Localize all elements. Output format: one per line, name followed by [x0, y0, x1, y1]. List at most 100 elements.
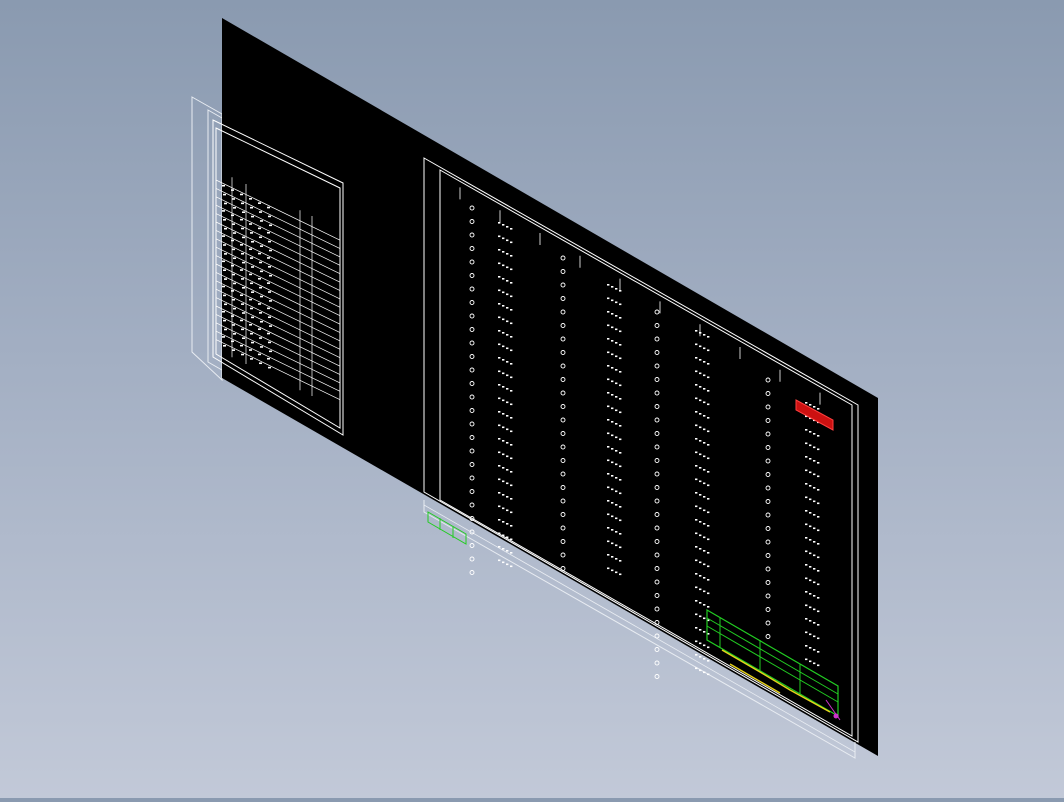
symbol-text-mark [611, 475, 614, 477]
table-cell-mark [232, 198, 235, 200]
symbol-text-mark [703, 455, 706, 458]
table-cell-mark [267, 231, 270, 234]
symbol-text-mark [809, 552, 812, 555]
table-cell-mark [259, 236, 262, 239]
symbol-text-mark [502, 467, 505, 469]
table-cell-mark [258, 328, 261, 330]
table-cell-mark [260, 270, 263, 273]
symbol-text-mark [817, 597, 820, 599]
symbol-text-mark [506, 482, 509, 485]
symbol-text-mark [707, 525, 710, 527]
symbol-text-mark [498, 411, 501, 413]
table-cell-mark [232, 349, 235, 351]
symbol-text-mark [817, 583, 820, 586]
table-cell-mark [240, 319, 243, 322]
table-cell-mark [251, 341, 254, 344]
symbol-text-mark [506, 320, 509, 323]
symbol-text-mark [805, 631, 808, 634]
table-cell-mark [224, 303, 227, 306]
table-cell-mark [269, 350, 272, 353]
symbol-text-mark [510, 255, 513, 257]
table-cell-mark [242, 337, 245, 340]
symbol-text-mark [699, 413, 702, 415]
symbol-text-mark [707, 511, 710, 514]
symbol-text-mark [813, 487, 816, 489]
symbol-text-mark [510, 268, 513, 271]
symbol-text-mark [607, 513, 610, 516]
symbol-text-mark [703, 334, 706, 336]
symbol-text-mark [611, 515, 614, 518]
symbol-text-mark [817, 448, 820, 451]
table-cell-mark [250, 257, 253, 259]
table-cell-mark [249, 248, 252, 251]
symbol-text-mark [510, 444, 513, 446]
symbol-text-mark [611, 502, 614, 504]
symbol-text-mark [703, 482, 706, 485]
symbol-text-mark [607, 527, 610, 529]
symbol-text-mark [699, 440, 702, 442]
symbol-text-mark [809, 458, 812, 460]
table-cell-mark [242, 261, 245, 264]
symbol-text-mark [707, 646, 710, 649]
symbol-text-mark [502, 413, 505, 415]
symbol-glyph [469, 570, 475, 575]
symbol-text-mark [695, 384, 698, 386]
symbol-text-mark [809, 525, 812, 528]
symbol-text-mark [707, 430, 710, 433]
symbol-text-mark [607, 338, 610, 340]
table-cell-mark [267, 357, 270, 360]
table-cell-mark [250, 206, 253, 209]
symbol-text-mark [510, 282, 513, 284]
symbol-text-mark [805, 658, 808, 661]
symbol-text-mark [703, 469, 706, 471]
table-cell-mark [223, 218, 226, 221]
symbol-text-mark [502, 548, 505, 550]
symbol-text-mark [817, 664, 820, 667]
table-cell-mark [258, 303, 261, 305]
table-cell-mark [240, 193, 243, 196]
symbol-text-mark [502, 224, 505, 226]
symbol-text-mark [707, 336, 710, 338]
symbol-text-mark [813, 608, 816, 611]
table-cell-mark [231, 340, 234, 343]
symbol-text-mark [619, 411, 622, 414]
symbol-text-mark [607, 392, 610, 394]
symbol-text-mark [510, 471, 513, 473]
symbol-text-mark [805, 442, 808, 445]
symbol-text-mark [611, 556, 614, 558]
table-cell-mark [231, 290, 234, 292]
table-cell-mark [231, 264, 234, 267]
paper-border-outline [191, 96, 223, 382]
symbol-text-mark [707, 552, 710, 554]
symbol-text-mark [506, 239, 509, 242]
symbol-text-mark [695, 451, 698, 454]
symbol-text-mark [506, 307, 509, 309]
table-cell-mark [232, 223, 235, 225]
symbol-text-mark [699, 561, 702, 564]
table-cell-mark [267, 206, 270, 209]
symbol-text-mark [510, 363, 513, 365]
drawing-sheet[interactable] [222, 18, 878, 756]
table-cell-mark [233, 333, 236, 335]
symbol-text-mark [510, 538, 513, 541]
symbol-text-mark [611, 313, 614, 315]
symbol-text-mark [498, 492, 501, 494]
symbol-text-mark [695, 613, 698, 616]
cad-3d-viewport[interactable] [0, 0, 1064, 798]
table-cell-mark [259, 312, 262, 314]
table-cell-mark [269, 325, 272, 327]
symbol-text-mark [506, 509, 509, 512]
symbol-text-mark [506, 415, 509, 417]
symbol-text-mark [703, 496, 706, 498]
symbol-text-mark [502, 264, 505, 267]
symbol-text-mark [506, 374, 509, 377]
table-cell-mark [269, 224, 272, 227]
table-cell-mark [241, 252, 244, 255]
symbol-text-mark [615, 288, 618, 290]
symbol-text-mark [813, 541, 816, 543]
symbol-text-mark [510, 417, 513, 419]
symbol-text-mark [510, 552, 513, 554]
symbol-text-mark [695, 600, 698, 602]
symbol-text-mark [817, 543, 820, 545]
symbol-text-mark [699, 426, 702, 429]
